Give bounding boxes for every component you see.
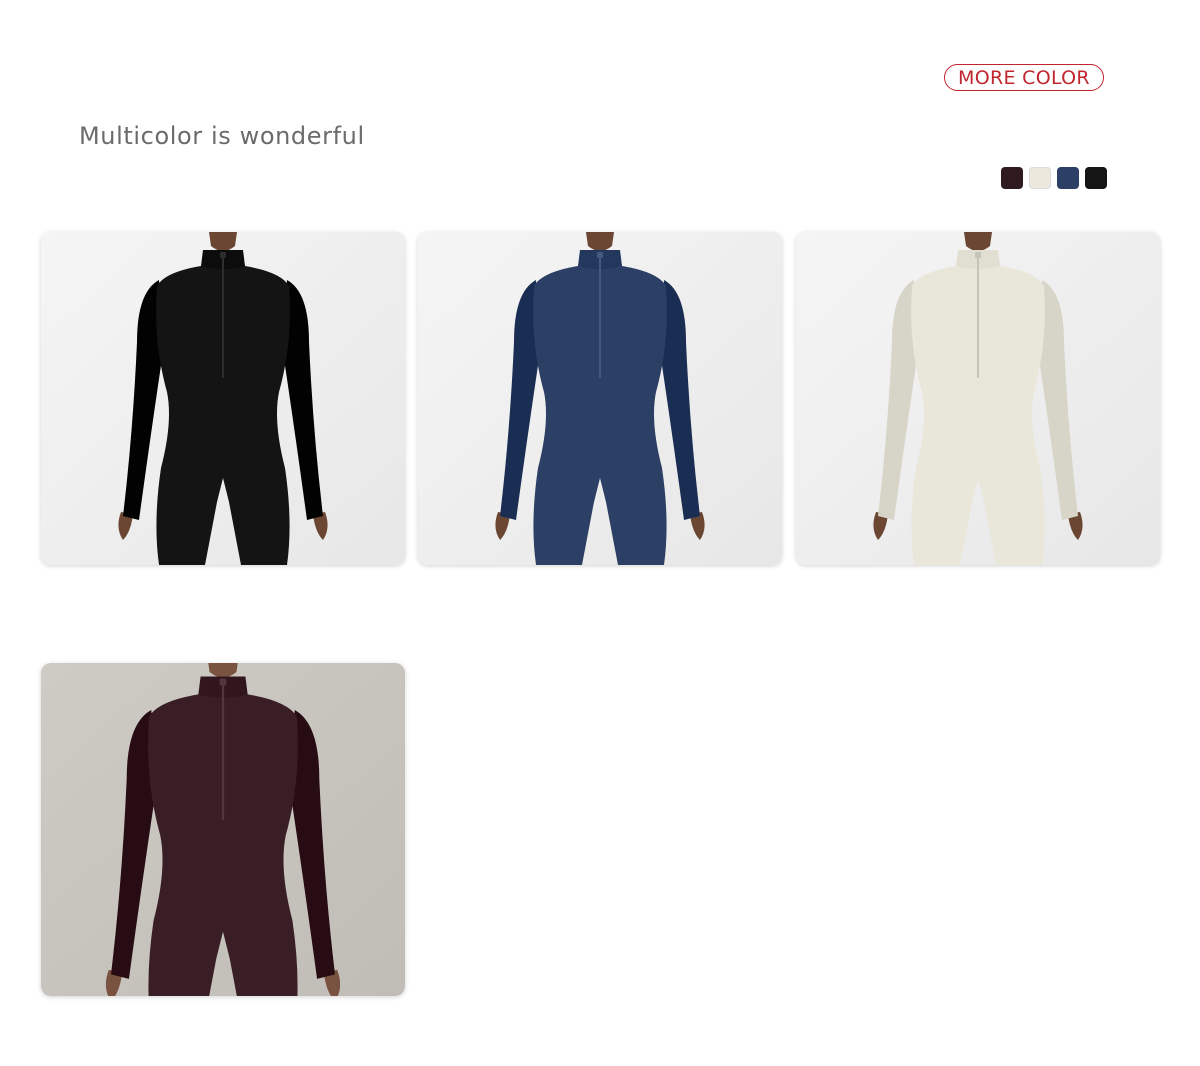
color-swatch-navy[interactable] bbox=[1057, 167, 1079, 189]
product-image-black[interactable] bbox=[41, 232, 405, 565]
product-image-cream[interactable] bbox=[796, 232, 1160, 565]
color-swatch-black[interactable] bbox=[1085, 167, 1107, 189]
more-color-button[interactable]: MORE COLOR bbox=[944, 64, 1104, 91]
product-image-burgundy[interactable] bbox=[41, 663, 405, 996]
color-swatch-row bbox=[1001, 167, 1107, 189]
product-image-navy[interactable] bbox=[418, 232, 782, 565]
color-swatch-cream[interactable] bbox=[1029, 167, 1051, 189]
color-swatch-burgundy[interactable] bbox=[1001, 167, 1023, 189]
section-headline: Multicolor is wonderful bbox=[79, 122, 365, 150]
